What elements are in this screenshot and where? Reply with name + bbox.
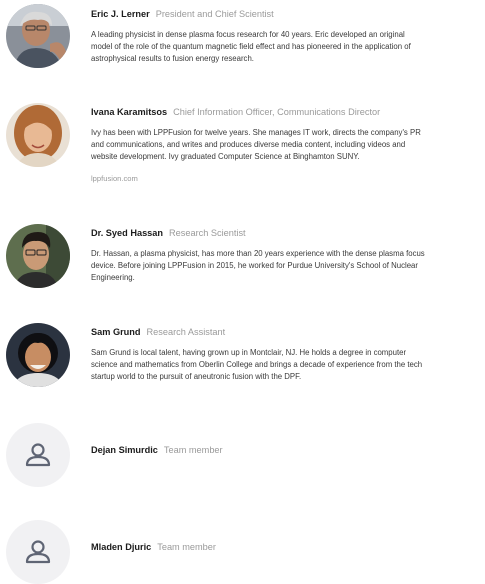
member-heading: Eric J. Lerner President and Chief Scient… <box>91 8 485 20</box>
avatar-syed-hassan <box>6 224 70 288</box>
bio-line: model of the role of the quantum magneti… <box>91 42 411 52</box>
avatar-photo <box>6 224 70 288</box>
avatar-photo <box>6 4 70 68</box>
member-role: Team member <box>163 445 223 455</box>
member-name: Sam Grund <box>91 327 141 337</box>
avatar-placeholder <box>6 520 70 584</box>
member-bio: Dr. Hassan, a plasma physicist, has more… <box>91 248 485 285</box>
bio-line: website development. Ivy graduated Compu… <box>91 152 360 162</box>
member-role: President and Chief Scientist <box>155 9 274 19</box>
member-role: Research Assistant <box>146 327 226 337</box>
member-role: Research Scientist <box>169 228 246 238</box>
avatar-photo <box>6 103 70 167</box>
team-list: Eric J. Lerner President and Chief Scient… <box>0 0 485 584</box>
member-info: Ivana Karamitsos Chief Information Office… <box>91 106 485 186</box>
bio-line: device. Before joining LPPFusion in 2015… <box>91 261 418 271</box>
member-info: Eric J. Lerner President and Chief Scient… <box>91 8 485 66</box>
avatar-ivana-karamitsos <box>6 103 70 167</box>
bio-line: Ivy has been with LPPFusion for twelve y… <box>91 128 421 137</box>
member-role: Team member <box>157 542 216 552</box>
avatar-photo <box>6 323 70 387</box>
bio-line: Dr. Hassan, a plasma physicist, has more… <box>91 249 425 258</box>
user-icon <box>25 540 51 564</box>
member-heading: Mladen Djuric Team member <box>91 541 485 553</box>
member-name: Mladen Djuric <box>91 542 152 552</box>
member-name: Eric J. Lerner <box>91 9 150 19</box>
bio-line: and communications, and writes and produ… <box>91 140 406 150</box>
member-name: Ivana Karamitsos <box>91 107 168 117</box>
member-website-link[interactable]: lppfusion.com <box>91 174 138 183</box>
member-heading: Ivana Karamitsos Chief Information Office… <box>91 106 485 118</box>
bio-line: A leading physicist in dense plasma focu… <box>91 30 405 39</box>
member-name: Dr. Syed Hassan <box>91 228 164 238</box>
member-name: Dejan Simurdic <box>91 445 158 455</box>
member-bio: Ivy has been with LPPFusion for twelve y… <box>91 127 485 164</box>
bio-line: Sam Grund is local talent, having grown … <box>91 348 407 357</box>
avatar-eric-lerner <box>6 4 70 68</box>
bio-line: Engineering. <box>91 273 135 283</box>
member-heading: Dejan Simurdic Team member <box>91 444 485 456</box>
member-info: Mladen Djuric Team member <box>91 541 485 553</box>
member-heading: Dr. Syed Hassan Research Scientist <box>91 227 485 239</box>
member-role: Chief Information Officer, Communication… <box>173 107 381 117</box>
member-info: Dejan Simurdic Team member <box>91 444 485 456</box>
bio-line: startup world to the pursuit of aneutron… <box>91 372 302 382</box>
member-info: Dr. Syed Hassan Research Scientist Dr. Ha… <box>91 227 485 285</box>
member-heading: Sam Grund Research Assistant <box>91 326 485 338</box>
bio-line: science and mathematics from Oberlin Col… <box>91 360 423 370</box>
bio-line: astrophysical results to fusion energy r… <box>91 54 254 64</box>
avatar-placeholder <box>6 423 70 487</box>
member-bio: A leading physicist in dense plasma focu… <box>91 29 485 66</box>
user-icon <box>25 443 51 467</box>
member-bio: Sam Grund is local talent, having grown … <box>91 347 485 384</box>
avatar-sam-grund <box>6 323 70 387</box>
member-info: Sam Grund Research Assistant Sam Grund is… <box>91 326 485 384</box>
